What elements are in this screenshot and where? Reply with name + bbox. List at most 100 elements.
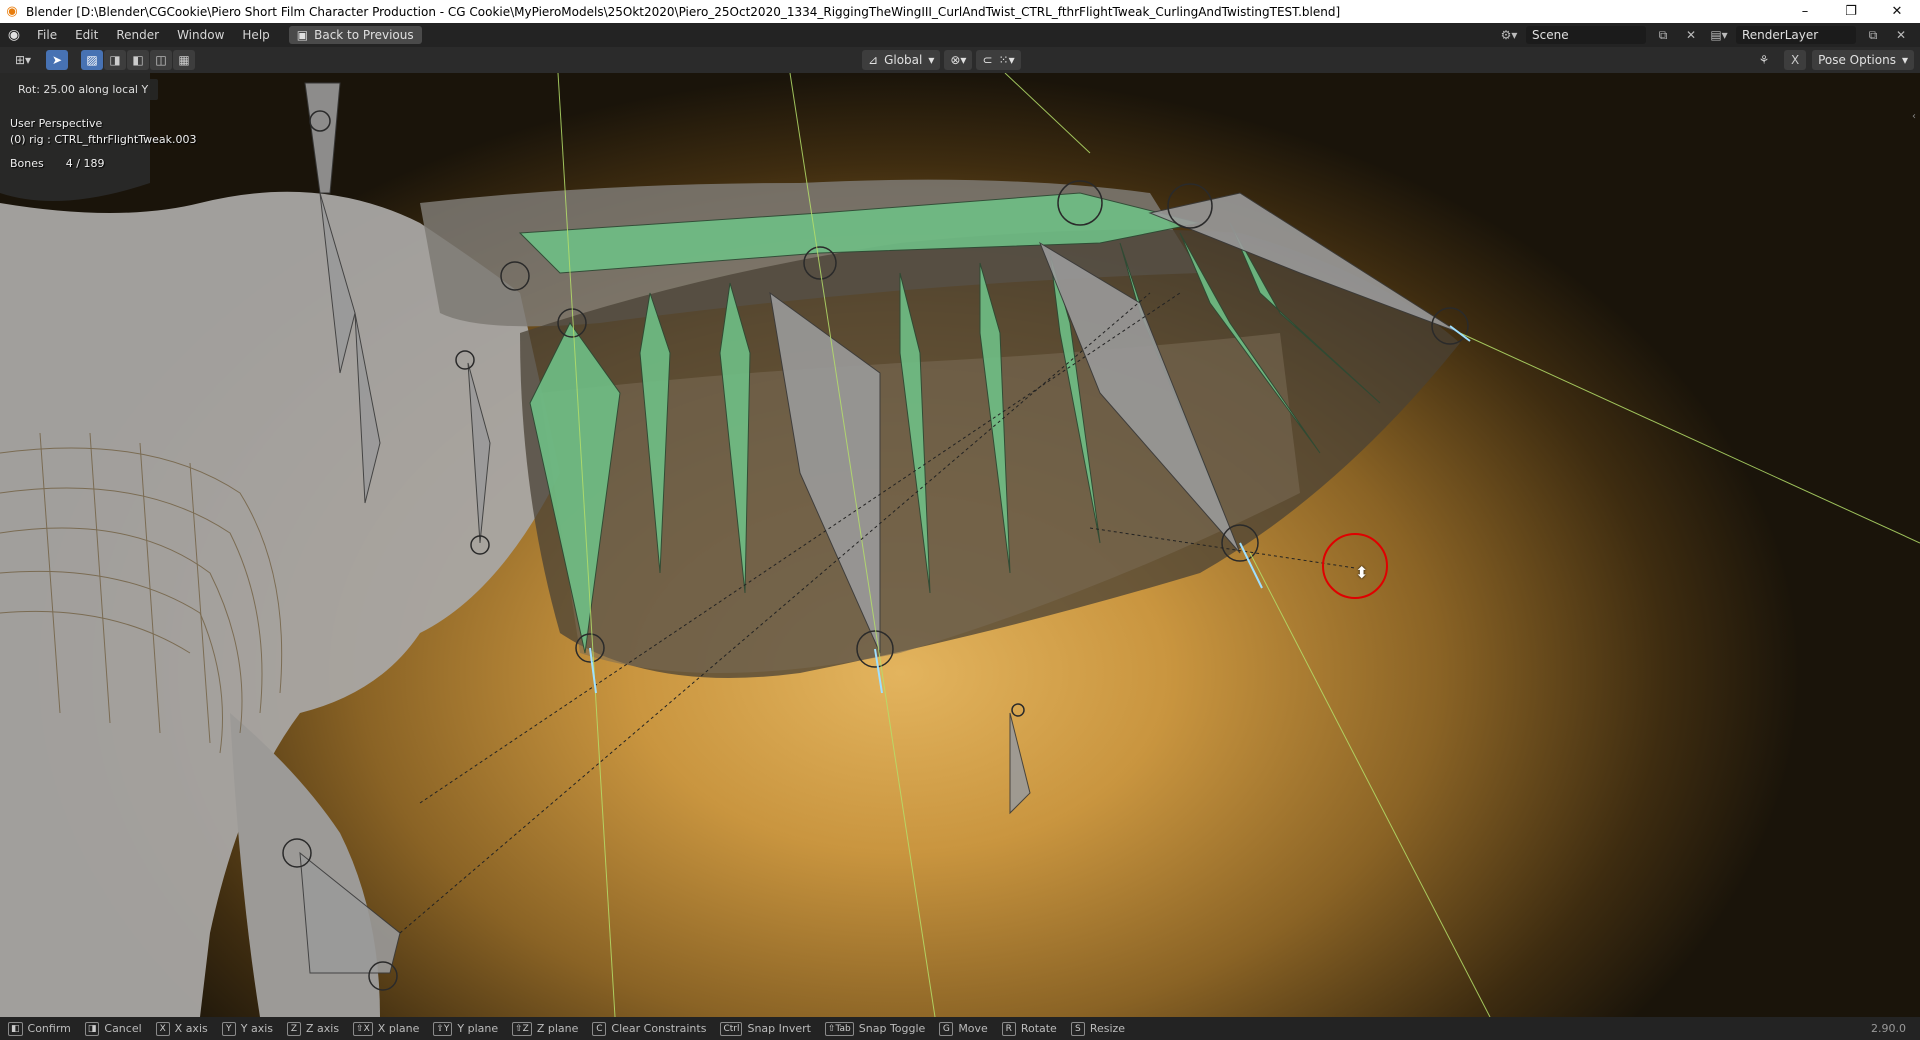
key-badge: G bbox=[939, 1021, 954, 1036]
hint-snap-toggle: ⇧Tab Snap Toggle bbox=[824, 1021, 926, 1036]
snap-grid-icon: ⁙▾ bbox=[998, 53, 1015, 67]
view-name-label: User Perspective bbox=[10, 117, 103, 130]
bones-label: Bones bbox=[10, 157, 44, 170]
hint-y-plane: ⇧Y Y plane bbox=[433, 1021, 499, 1036]
hint-label: Snap Toggle bbox=[858, 1022, 926, 1035]
remove-view-layer-icon[interactable]: ✕ bbox=[1890, 26, 1912, 44]
hint-label: Z axis bbox=[306, 1022, 340, 1035]
hint-label: Snap Invert bbox=[747, 1022, 811, 1035]
key-badge: S bbox=[1070, 1021, 1085, 1036]
scene-selector-group: ⚙▾ Scene ⧉ ✕ ▤▾ RenderLayer ⧉ ✕ bbox=[1498, 23, 1920, 47]
transform-orientation-dropdown[interactable]: ⊿ Global ▾ bbox=[862, 50, 941, 70]
pose-options-dropdown[interactable]: Pose Options ▾ bbox=[1812, 50, 1914, 70]
hint-z-plane: ⇧Z Z plane bbox=[512, 1021, 579, 1036]
close-button[interactable]: ✕ bbox=[1874, 0, 1920, 23]
select-intersect-icon[interactable]: ▦ bbox=[173, 50, 195, 70]
select-new-icon[interactable]: ▨ bbox=[81, 50, 103, 70]
key-badge: ⇧X bbox=[353, 1021, 373, 1036]
back-to-previous-button[interactable]: ▣ Back to Previous bbox=[288, 26, 422, 44]
blender-app-icon: ◉ bbox=[6, 4, 18, 19]
hint-label: Y plane bbox=[457, 1022, 499, 1035]
menu-file[interactable]: File bbox=[28, 28, 66, 42]
menu-help[interactable]: Help bbox=[233, 28, 278, 42]
hint-label: Resize bbox=[1089, 1022, 1126, 1035]
snap-toggle[interactable]: ⊂ ⁙▾ bbox=[976, 50, 1021, 70]
chevron-down-icon: ▾ bbox=[928, 53, 935, 67]
orientation-label: Global bbox=[884, 53, 923, 67]
key-badge: Ctrl bbox=[720, 1021, 743, 1036]
hint-z-axis: Z Z axis bbox=[287, 1021, 340, 1036]
key-badge: ⇧Y bbox=[433, 1021, 453, 1036]
selection-mode-group: ▨ ◨ ◧ ◫ ▦ bbox=[80, 50, 195, 70]
hint-resize: S Resize bbox=[1070, 1021, 1126, 1036]
blender-logo-icon[interactable]: ◉ bbox=[0, 27, 28, 43]
key-badge: C bbox=[592, 1021, 607, 1036]
view-layer-browse-icon[interactable]: ▤▾ bbox=[1708, 26, 1730, 44]
bones-statistics: Bones 4 / 189 bbox=[10, 157, 104, 170]
active-object-label: (0) rig : CTRL_fthrFlightTweak.003 bbox=[10, 133, 197, 146]
select-tool-icon[interactable]: ➤ bbox=[46, 50, 68, 70]
key-badge: X bbox=[155, 1021, 170, 1036]
scene-browse-icon[interactable]: ⚙▾ bbox=[1498, 26, 1520, 44]
mouse-right-icon: ◨ bbox=[84, 1021, 100, 1036]
mirror-x-toggle[interactable]: X bbox=[1784, 50, 1807, 70]
magnet-icon: ⊂ bbox=[982, 53, 993, 67]
mouse-left-icon: ◧ bbox=[8, 1021, 23, 1036]
scene-name-field[interactable]: Scene bbox=[1526, 26, 1646, 44]
hint-confirm: ◧ Confirm bbox=[8, 1021, 71, 1036]
viewport-scene bbox=[0, 73, 1920, 1017]
view-layer-name-field[interactable]: RenderLayer bbox=[1736, 26, 1856, 44]
3d-viewport[interactable]: Rot: 25.00 along local Y User Perspectiv… bbox=[0, 73, 1920, 1017]
hint-label: Clear Constraints bbox=[611, 1022, 707, 1035]
hint-label: X plane bbox=[377, 1022, 420, 1035]
hint-label: Cancel bbox=[104, 1022, 142, 1035]
window-titlebar: ◉ Blender [D:\Blender\CGCookie\Piero Sho… bbox=[0, 0, 1920, 23]
select-subtract-icon[interactable]: ◧ bbox=[127, 50, 149, 70]
pose-options-label: Pose Options bbox=[1818, 53, 1896, 67]
window-title: Blender [D:\Blender\CGCookie\Piero Short… bbox=[26, 4, 1341, 19]
hint-snap-invert: Ctrl Snap Invert bbox=[720, 1021, 811, 1036]
menu-window[interactable]: Window bbox=[168, 28, 233, 42]
key-badge: R bbox=[1001, 1021, 1016, 1036]
hint-y-axis: Y Y axis bbox=[221, 1021, 273, 1036]
menu-edit[interactable]: Edit bbox=[66, 28, 107, 42]
window-controls: – ❐ ✕ bbox=[1782, 0, 1920, 23]
hint-x-plane: ⇧X X plane bbox=[353, 1021, 420, 1036]
minimize-button[interactable]: – bbox=[1782, 0, 1828, 23]
menu-render[interactable]: Render bbox=[107, 28, 168, 42]
sidebar-expand-icon[interactable]: ‹ bbox=[1912, 111, 1916, 122]
chevron-down-icon: ▾ bbox=[1901, 53, 1908, 67]
key-badge: Z bbox=[287, 1021, 301, 1036]
key-badge: ⇧Z bbox=[512, 1021, 532, 1036]
select-invert-icon[interactable]: ◫ bbox=[150, 50, 172, 70]
operator-info-panel: Rot: 25.00 along local Y bbox=[8, 79, 159, 100]
orientation-icon: ⊿ bbox=[868, 53, 879, 67]
hint-label: Y axis bbox=[240, 1022, 273, 1035]
screen-icon: ▣ bbox=[296, 28, 309, 42]
version-label: 2.90.0 bbox=[1871, 1022, 1906, 1035]
bones-count: 4 / 189 bbox=[65, 157, 105, 170]
header-right-group: ⚘ X Pose Options ▾ bbox=[1750, 50, 1914, 70]
hint-rotate: R Rotate bbox=[1001, 1021, 1057, 1036]
hint-x-axis: X X axis bbox=[155, 1021, 208, 1036]
hint-label: X axis bbox=[174, 1022, 208, 1035]
select-extend-icon[interactable]: ◨ bbox=[104, 50, 126, 70]
hint-cancel: ◨ Cancel bbox=[84, 1021, 142, 1036]
remove-scene-icon[interactable]: ✕ bbox=[1680, 26, 1702, 44]
hint-label: Confirm bbox=[27, 1022, 71, 1035]
gizmo-icon[interactable]: ⚘ bbox=[1753, 50, 1775, 70]
new-view-layer-icon[interactable]: ⧉ bbox=[1862, 26, 1884, 44]
status-bar: ◧ Confirm ◨ Cancel X X axis Y Y axis Z Z axis… bbox=[0, 1017, 1920, 1040]
pivot-icon: ⊗▾ bbox=[950, 53, 967, 67]
pivot-point-dropdown[interactable]: ⊗▾ bbox=[944, 50, 973, 70]
rotate-cursor-icon: ⬍ bbox=[1355, 563, 1369, 582]
viewport-header: ⊞▾ ➤ ▨ ◨ ◧ ◫ ▦ ⊿ Global ▾ ⊗▾ ⊂ ⁙▾ ⚘ X Po… bbox=[0, 47, 1920, 73]
hint-clear-constraints: C Clear Constraints bbox=[592, 1021, 707, 1036]
new-scene-icon[interactable]: ⧉ bbox=[1652, 26, 1674, 44]
key-badge: ⇧Tab bbox=[824, 1021, 854, 1036]
hint-label: Z plane bbox=[536, 1022, 579, 1035]
editor-type-icon[interactable]: ⊞▾ bbox=[8, 50, 38, 70]
key-badge: Y bbox=[221, 1021, 236, 1036]
back-to-previous-label: Back to Previous bbox=[314, 28, 414, 42]
restore-button[interactable]: ❐ bbox=[1828, 0, 1874, 23]
